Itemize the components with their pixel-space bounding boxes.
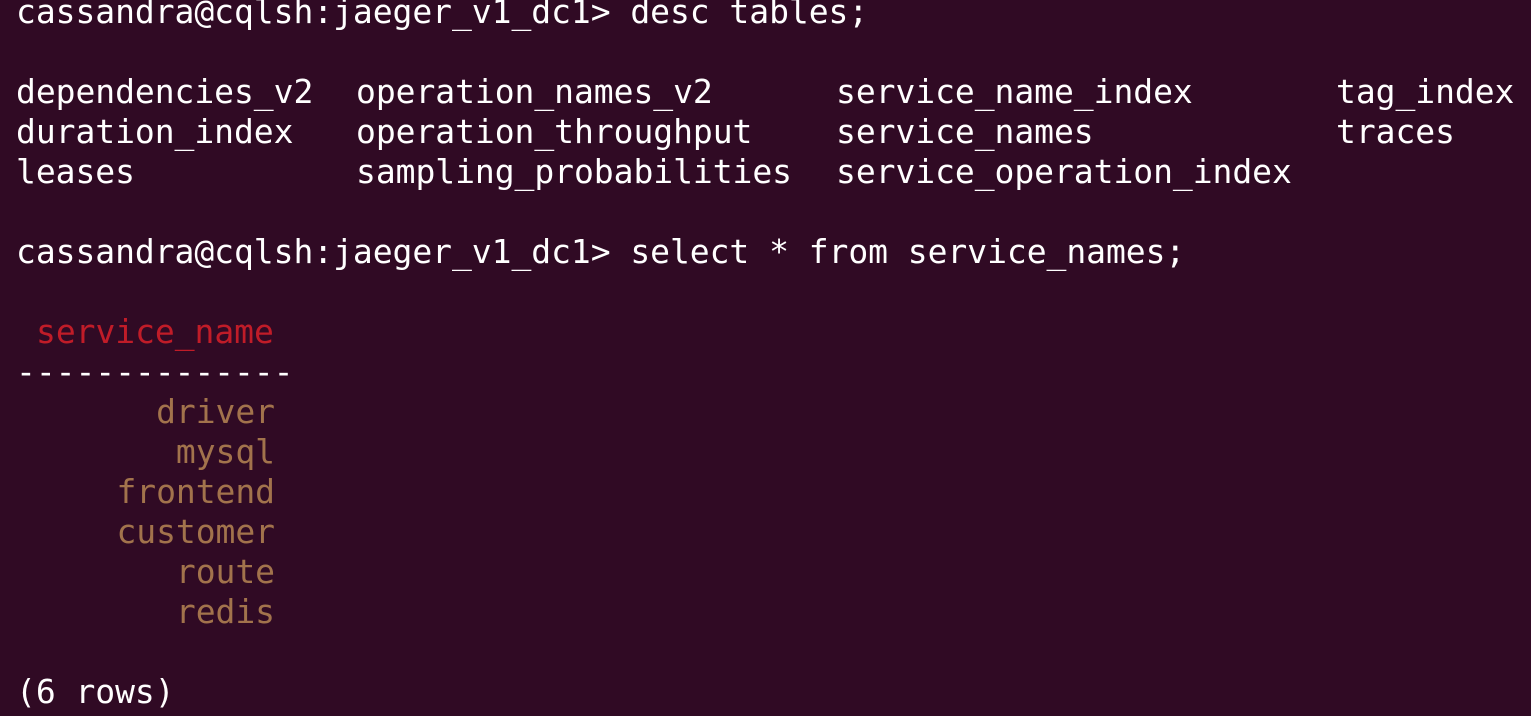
table-name: service_name_index [836,72,1193,111]
table-row: mysql [175,432,275,471]
table-name: service_names [836,112,1094,151]
table-name: operation_names_v2 [356,72,713,111]
table-name: traces [1336,112,1455,151]
table-name: dependencies_v2 [16,72,314,111]
column-separator: -------------- [16,352,294,391]
table-name: service_operation_index [836,152,1292,191]
table-row: route [175,552,275,591]
table-name: tag_index [1336,72,1515,111]
prompt-select-service-names: cassandra@cqlsh:jaeger_v1_dc1> select * … [16,232,1186,271]
table-row: redis [175,592,275,631]
table-row: frontend [116,472,275,511]
table-row: driver [156,392,275,431]
column-header-service-name: service_name [36,312,274,351]
table-name: leases [16,152,135,191]
table-name: sampling_probabilities [356,152,792,191]
table-name: operation_throughput [356,112,753,151]
prompt-desc-tables: cassandra@cqlsh:jaeger_v1_dc1> desc tabl… [16,0,869,31]
table-row: customer [116,512,275,551]
terminal-window[interactable]: cassandra@cqlsh:jaeger_v1_dc1> desc tabl… [0,0,1531,716]
row-count: (6 rows) [16,672,175,711]
table-name: duration_index [16,112,294,151]
